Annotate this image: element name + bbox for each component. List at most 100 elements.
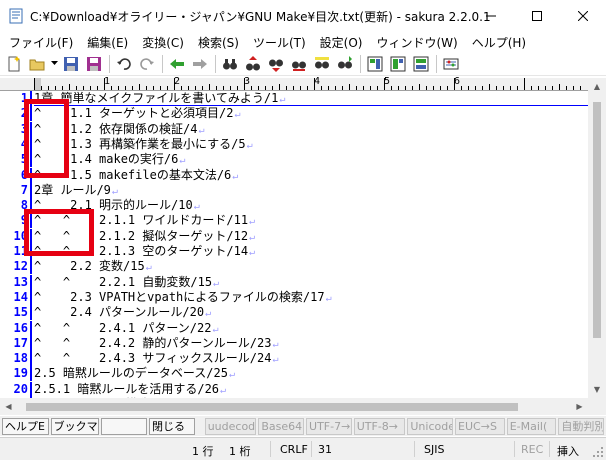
redo-button[interactable] — [137, 54, 157, 74]
menu-file[interactable]: ファイル(F) — [2, 34, 80, 51]
editor-line[interactable]: 14 ^ 2.3 VPATHとvpathによるファイルの検索/17↵ — [0, 289, 588, 305]
vertical-scroll-thumb[interactable] — [593, 102, 601, 338]
line-number[interactable]: 20 — [0, 382, 28, 397]
vertical-scrollbar[interactable]: ▲ ▼ — [588, 78, 606, 398]
menu-convert[interactable]: 変換(C) — [135, 34, 191, 51]
close-button[interactable] — [560, 0, 606, 32]
open-file-button[interactable] — [27, 54, 47, 74]
ruler-tick — [398, 86, 399, 90]
compare-button[interactable] — [388, 54, 408, 74]
editor-line[interactable]: 17 ^ ^ 2.4.2 静的パターンルール/23↵ — [0, 335, 588, 351]
line-number[interactable]: 19 — [0, 366, 28, 381]
maximize-button[interactable] — [514, 0, 560, 32]
line-number[interactable]: 15 — [0, 305, 28, 320]
function-key-button[interactable]: ブックマ — [50, 417, 100, 435]
resize-grip-icon[interactable] — [592, 446, 604, 458]
function-key-button[interactable]: EUC→S — [455, 417, 505, 435]
open-dropdown-button[interactable] — [50, 54, 58, 74]
menu-tools[interactable]: ツール(T) — [246, 34, 313, 51]
scroll-up-button[interactable]: ▲ — [588, 78, 606, 95]
ruler-tick — [496, 86, 497, 90]
editor-line[interactable]: 18 ^ ^ 2.4.3 サフィックスルール/24↵ — [0, 351, 588, 367]
editor-line[interactable]: 12 ^ 2.2 変数/15↵ — [0, 259, 588, 275]
scroll-right-button[interactable]: ▶ — [571, 398, 588, 415]
line-number[interactable]: 18 — [0, 351, 28, 366]
editor-line[interactable]: 3 ^ 1.2 依存関係の検証/4↵ — [0, 121, 588, 137]
editor-line[interactable]: 20 2.5.1 暗黙ルールを活用する/26↵ — [0, 381, 588, 397]
scroll-down-button[interactable]: ▼ — [588, 381, 606, 398]
function-key-button[interactable]: ヘルプE — [2, 417, 49, 435]
menu-window[interactable]: ウィンドウ(W) — [369, 34, 464, 51]
search-prev-button[interactable] — [243, 54, 263, 74]
line-number[interactable]: 7 — [0, 183, 28, 198]
function-key-button[interactable]: E-Mail( — [506, 417, 557, 435]
status-eol[interactable]: CRLF — [280, 443, 308, 456]
editor-line[interactable]: 5 ^ 1.4 makeの実行/6↵ — [0, 152, 588, 168]
scrollbar-corner — [588, 398, 606, 415]
editor-line[interactable]: 13 ^ ^ 2.2.1 自動変数/15↵ — [0, 274, 588, 290]
highlight-box-tabs-2 — [24, 209, 94, 256]
ruler-tick — [195, 86, 196, 90]
tag-jump-button[interactable] — [411, 54, 431, 74]
line-number[interactable]: 14 — [0, 290, 28, 305]
function-key-button[interactable]: UTF-8→ — [353, 417, 406, 435]
settings-button[interactable] — [441, 54, 461, 74]
editor-line[interactable]: 19 2.5 暗黙ルールのデータベース/25↵ — [0, 366, 588, 382]
status-encoding[interactable]: SJIS — [424, 443, 444, 456]
modified-line-marker — [30, 305, 32, 321]
line-number[interactable]: 13 — [0, 275, 28, 290]
jump-forward-button[interactable] — [190, 54, 210, 74]
jump-back-button[interactable] — [167, 54, 187, 74]
editor-line[interactable]: 7 2章 ルール/9↵ — [0, 182, 588, 198]
ruler-tick — [286, 86, 287, 90]
ruler-tick — [454, 78, 455, 90]
chevron-down-icon — [50, 61, 58, 65]
function-key-bar: ヘルプE ブックマ 閉じる uudecod Base64 UTF-7→ UTF-8→ Unic… — [0, 416, 606, 436]
line-number[interactable]: 16 — [0, 321, 28, 336]
line-number[interactable]: 17 — [0, 336, 28, 351]
function-key-button[interactable]: Base64 — [258, 417, 305, 435]
menu-settings[interactable]: 設定(O) — [313, 34, 370, 51]
line-number[interactable]: 12 — [0, 259, 28, 274]
menu-help[interactable]: ヘルプ(H) — [465, 34, 533, 51]
ruler-tick — [69, 84, 70, 90]
minimize-button[interactable] — [468, 0, 514, 32]
editor-line[interactable]: 1 1章 簡単なメイクファイルを書いてみよう/1↵ — [0, 91, 588, 106]
scroll-left-button[interactable]: ◀ — [0, 398, 17, 415]
undo-button[interactable] — [114, 54, 134, 74]
editor-line[interactable]: 6 ^ 1.5 makefileの基本文法/6↵ — [0, 167, 588, 183]
editor-line[interactable]: 16 ^ ^ 2.4.1 パターン/22↵ — [0, 320, 588, 336]
horizontal-scroll-thumb[interactable] — [26, 403, 518, 411]
save-button[interactable] — [61, 54, 81, 74]
ruler-tick — [202, 86, 203, 90]
replace-button[interactable] — [289, 54, 309, 74]
outline-button[interactable] — [365, 54, 385, 74]
function-key-button[interactable]: 閉じる — [149, 417, 195, 435]
save-as-button[interactable] — [84, 54, 104, 74]
ruler-tick — [566, 86, 567, 90]
function-key-button[interactable] — [101, 417, 148, 435]
ruler-tick — [258, 86, 259, 90]
status-rec[interactable]: REC — [521, 443, 543, 456]
ruler-tick — [209, 84, 210, 90]
function-key-button[interactable]: 自動判別 — [558, 417, 605, 435]
function-key-button[interactable]: Unicode — [407, 417, 454, 435]
ruler-tick — [293, 86, 294, 90]
search-next-button[interactable] — [266, 54, 286, 74]
function-key-button[interactable]: uudecod — [204, 417, 257, 435]
clear-highlight-button[interactable] — [312, 54, 332, 74]
editor-line[interactable]: 15 ^ 2.4 パターンルール/20↵ — [0, 305, 588, 321]
grep-button[interactable] — [335, 54, 355, 74]
menu-search[interactable]: 検索(S) — [191, 34, 246, 51]
editor-line[interactable]: 2 ^ 1.1 ターゲットと必須項目/2↵ — [0, 106, 588, 122]
arrow-right-icon — [193, 58, 207, 69]
title-bar: C:¥Download¥オライリー・ジャパン¥GNU Make¥目次.txt(更… — [0, 0, 606, 32]
new-file-button[interactable] — [4, 54, 24, 74]
search-button[interactable] — [220, 54, 240, 74]
editor-line[interactable]: 4 ^ 1.3 再構築作業を最小にする/5↵ — [0, 136, 588, 152]
horizontal-scrollbar[interactable]: ◀ ▶ — [0, 398, 588, 415]
status-insert-mode[interactable]: 挿入 — [557, 443, 579, 459]
ruler-tick — [538, 86, 539, 90]
function-key-button[interactable]: UTF-7→ — [306, 417, 352, 435]
menu-edit[interactable]: 編集(E) — [80, 34, 135, 51]
